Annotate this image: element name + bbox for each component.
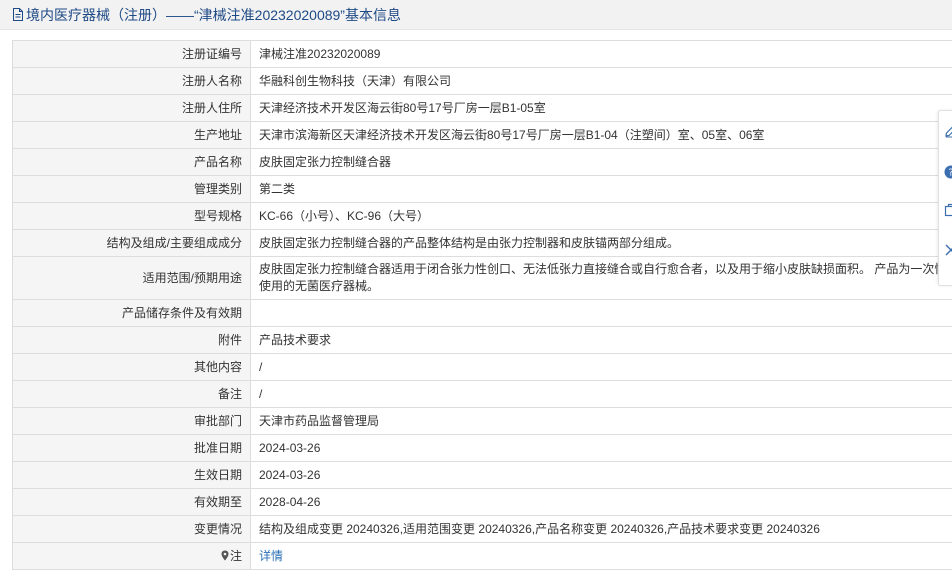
row-value: / (250, 380, 952, 408)
table-row: 变更情况 结构及组成变更 20240326,适用范围变更 20240326,产品… (12, 515, 952, 543)
row-value: 天津经济技术开发区海云街80号17号厂房一层B1-05室 (250, 94, 952, 122)
row-value: 华融科创生物科技（天津）有限公司 (250, 67, 952, 95)
row-value: 天津市滨海新区天津经济技术开发区海云街80号17号厂房一层B1-04（注塑间）室… (250, 121, 952, 149)
table-row: 其他内容 / (12, 353, 952, 381)
note-label: 注 (229, 548, 242, 563)
registration-info-table: 注册证编号 津械注准20232020089 注册人名称 华融科创生物科技（天津）… (12, 40, 952, 570)
row-value: 结构及组成变更 20240326,适用范围变更 20240326,产品名称变更 … (250, 515, 952, 543)
table-row: 产品名称 皮肤固定张力控制缝合器 (12, 148, 952, 176)
row-value: 2024-03-26 (250, 434, 952, 462)
table-row: 有效期至 2028-04-26 (12, 488, 952, 516)
row-value: 天津市药品监督管理局 (250, 407, 952, 435)
row-label: 产品名称 (12, 148, 251, 176)
table-row: 型号规格 KC-66（小号）、KC-96（大号） (12, 202, 952, 230)
table-row: 注册人住所 天津经济技术开发区海云街80号17号厂房一层B1-05室 (12, 94, 952, 122)
row-value: 皮肤固定张力控制缝合器的产品整体结构是由张力控制器和皮肤锚两部分组成。 (250, 229, 952, 257)
page-title: 境内医疗器械（注册）——“津械注准20232020089”基本信息 (26, 6, 401, 23)
row-value: 第二类 (250, 175, 952, 203)
row-label: 产品储存条件及有效期 (12, 299, 251, 327)
detail-link[interactable]: 详情 (259, 549, 283, 563)
row-value: 皮肤固定张力控制缝合器适用于闭合张力性创口、无法低张力直接缝合或自行愈合者，以及… (250, 256, 952, 300)
row-value: / (250, 353, 952, 381)
row-value: 2028-04-26 (250, 488, 952, 516)
table-row: 产品储存条件及有效期 (12, 299, 952, 327)
note-row: 注 详情 (12, 542, 952, 570)
row-label: 管理类别 (12, 175, 251, 203)
table-row: 生产地址 天津市滨海新区天津经济技术开发区海云街80号17号厂房一层B1-04（… (12, 121, 952, 149)
row-label: 生产地址 (12, 121, 251, 149)
row-value: 2024-03-26 (250, 461, 952, 489)
row-label: 结构及组成/主要组成成分 (12, 229, 251, 257)
row-value: 津械注准20232020089 (250, 40, 952, 68)
row-label: 批准日期 (12, 434, 251, 462)
row-value: KC-66（小号）、KC-96（大号） (250, 202, 952, 230)
page-header: 境内医疗器械（注册）——“津械注准20232020089”基本信息 (0, 0, 952, 30)
row-label: 审批部门 (12, 407, 251, 435)
row-value (250, 299, 952, 327)
table-row: 生效日期 2024-03-26 (12, 461, 952, 489)
close-icon[interactable] (944, 243, 952, 257)
row-label: 变更情况 (12, 515, 251, 543)
table-row: 结构及组成/主要组成成分 皮肤固定张力控制缝合器的产品整体结构是由张力控制器和皮… (12, 229, 952, 257)
help-icon[interactable]: ? (944, 165, 952, 179)
note-label-cell: 注 (12, 542, 251, 570)
row-label: 适用范围/预期用途 (12, 256, 251, 300)
table-row: 批准日期 2024-03-26 (12, 434, 952, 462)
edit-icon[interactable] (944, 124, 952, 138)
row-label: 附件 (12, 326, 251, 354)
row-value: 产品技术要求 (250, 326, 952, 354)
svg-text:?: ? (948, 168, 952, 179)
row-value: 皮肤固定张力控制缝合器 (250, 148, 952, 176)
row-label: 生效日期 (12, 461, 251, 489)
table-row: 附件 产品技术要求 (12, 326, 952, 354)
row-label: 有效期至 (12, 488, 251, 516)
table-row: 备注 / (12, 380, 952, 408)
row-label: 注册证编号 (12, 40, 251, 68)
row-label: 注册人名称 (12, 67, 251, 95)
table-row: 审批部门 天津市药品监督管理局 (12, 407, 952, 435)
table-row: 注册证编号 津械注准20232020089 (12, 40, 952, 68)
table-row: 注册人名称 华融科创生物科技（天津）有限公司 (12, 67, 952, 95)
side-toolbar: ? (938, 110, 952, 286)
document-icon (13, 8, 23, 21)
row-label: 型号规格 (12, 202, 251, 230)
table-row: 适用范围/预期用途 皮肤固定张力控制缝合器适用于闭合张力性创口、无法低张力直接缝… (12, 256, 952, 300)
note-value-cell: 详情 (250, 542, 952, 570)
copy-icon[interactable] (944, 203, 952, 217)
table-row: 管理类别 第二类 (12, 175, 952, 203)
map-pin-icon (221, 550, 229, 560)
row-label: 其他内容 (12, 353, 251, 381)
row-label: 备注 (12, 380, 251, 408)
row-label: 注册人住所 (12, 94, 251, 122)
